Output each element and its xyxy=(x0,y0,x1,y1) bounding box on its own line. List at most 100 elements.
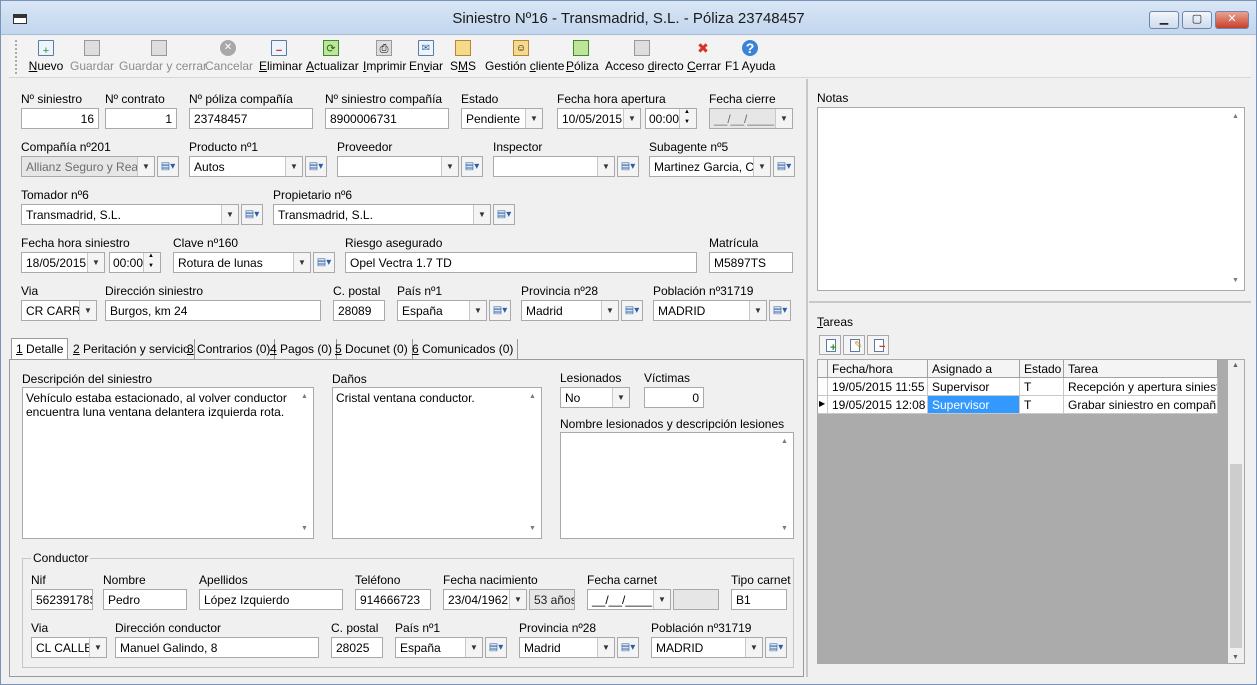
acceso-directo-button[interactable]: Acceso directo xyxy=(605,39,684,75)
add-task-button[interactable] xyxy=(819,335,841,355)
riesgo-field[interactable]: Opel Vectra 1.7 TD xyxy=(345,252,697,273)
num-contrato-field[interactable]: 1 xyxy=(105,108,177,129)
tab-detalle[interactable]: 1 Detalle xyxy=(11,338,69,360)
calendar-dropdown-icon[interactable]: ▼ xyxy=(509,590,526,609)
chevron-down-icon[interactable]: ▼ xyxy=(441,157,458,176)
notas-textarea[interactable] xyxy=(817,107,1245,291)
inspector-lookup-button[interactable]: ▤▾ xyxy=(617,156,639,177)
delete-task-button[interactable] xyxy=(867,335,889,355)
poblacion-conductor-lookup-button[interactable]: ▤▾ xyxy=(765,637,787,658)
fecha-siniestro-date[interactable]: 18/05/2015 ▼ xyxy=(21,252,105,273)
inspector-select[interactable]: ▼ xyxy=(493,156,615,177)
descripcion-textarea[interactable]: Vehículo estaba estacionado, al volver c… xyxy=(22,387,314,539)
chevron-down-icon[interactable]: ▼ xyxy=(749,301,766,320)
proveedor-lookup-button[interactable]: ▤▾ xyxy=(461,156,483,177)
pais-conductor-select[interactable]: España ▼ xyxy=(395,637,483,658)
lesionados-select[interactable]: No ▼ xyxy=(560,387,630,408)
chevron-down-icon[interactable]: ▼ xyxy=(612,388,629,407)
subagente-lookup-button[interactable]: ▤▾ xyxy=(773,156,795,177)
grid-vertical-scrollbar[interactable] xyxy=(1228,360,1244,663)
fecha-apertura-date[interactable]: 10/05/2015 ▼ xyxy=(557,108,641,129)
compania-lookup-button[interactable]: ▤▾ xyxy=(157,156,179,177)
maximize-button[interactable]: ▢ xyxy=(1182,11,1212,29)
toolbar-grip[interactable] xyxy=(15,40,18,74)
apellidos-field[interactable]: López Izquierdo xyxy=(199,589,343,610)
sms-button[interactable]: SMS xyxy=(450,39,476,75)
column-header-estado[interactable]: Estado xyxy=(1020,360,1064,378)
hora-apertura-spinner[interactable]: 00:00 xyxy=(645,108,697,129)
tab-comunicados[interactable]: 6 Comunicados (0) xyxy=(408,339,519,359)
propietario-lookup-button[interactable]: ▤▾ xyxy=(493,204,515,225)
clave-lookup-button[interactable]: ▤▾ xyxy=(313,252,335,273)
chevron-down-icon[interactable]: ▼ xyxy=(137,157,154,176)
chevron-down-icon[interactable]: ▼ xyxy=(465,638,482,657)
tomador-select[interactable]: Transmadrid, S.L. ▼ xyxy=(21,204,239,225)
clave-select[interactable]: Rotura de lunas ▼ xyxy=(173,252,311,273)
provincia-lookup-button[interactable]: ▤▾ xyxy=(621,300,643,321)
column-header-fecha[interactable]: Fecha/hora xyxy=(828,360,928,378)
fecha-cierre-date[interactable]: __/__/____ ▼ xyxy=(709,108,793,129)
cell-fecha[interactable]: 19/05/2015 11:55 xyxy=(828,378,928,396)
subagente-select[interactable]: Martinez Garcia, Cris ▼ xyxy=(649,156,771,177)
proveedor-select[interactable]: ▼ xyxy=(337,156,459,177)
calendar-dropdown-icon[interactable]: ▼ xyxy=(775,109,792,128)
guardar-button[interactable]: Guardar xyxy=(69,39,115,75)
imprimir-button[interactable]: ⎙ Imprimir xyxy=(363,39,406,75)
edit-task-button[interactable] xyxy=(843,335,865,355)
guardar-cerrar-button[interactable]: Guardar y cerrar xyxy=(119,39,207,75)
chevron-down-icon[interactable]: ▼ xyxy=(601,301,618,320)
nuevo-button[interactable]: + Nuevo xyxy=(27,39,65,75)
fecha-carnet-date[interactable]: __/__/____ ▼ xyxy=(587,589,671,610)
table-row[interactable]: 19/05/2015 11:55 Supervisor T Recepción … xyxy=(818,378,1230,396)
producto-lookup-button[interactable]: ▤▾ xyxy=(305,156,327,177)
vertical-splitter[interactable] xyxy=(806,79,808,677)
chevron-down-icon[interactable]: ▼ xyxy=(79,301,96,320)
compania-select[interactable]: Allianz Seguro y Rease ▼ xyxy=(21,156,155,177)
chevron-down-icon[interactable]: ▼ xyxy=(597,157,614,176)
calendar-dropdown-icon[interactable]: ▼ xyxy=(623,109,640,128)
chevron-down-icon[interactable]: ▼ xyxy=(89,638,106,657)
poblacion-conductor-select[interactable]: MADRID ▼ xyxy=(651,637,763,658)
via-select[interactable]: CR CARRE ▼ xyxy=(21,300,97,321)
provincia-select[interactable]: Madrid ▼ xyxy=(521,300,619,321)
vertical-scrollbar[interactable] xyxy=(525,388,541,538)
poblacion-select[interactable]: MADRID ▼ xyxy=(653,300,767,321)
chevron-down-icon[interactable]: ▼ xyxy=(221,205,238,224)
chevron-down-icon[interactable]: ▼ xyxy=(745,638,762,657)
cell-asignado[interactable]: Supervisor xyxy=(928,378,1020,396)
close-window-button[interactable]: ✕ xyxy=(1215,11,1249,29)
producto-select[interactable]: Autos ▼ xyxy=(189,156,303,177)
provincia-conductor-lookup-button[interactable]: ▤▾ xyxy=(617,637,639,658)
num-siniestro-field[interactable]: 16 xyxy=(21,108,99,129)
cancelar-button[interactable]: ✕ Cancelar xyxy=(205,39,253,75)
estado-select[interactable]: Pendiente ▼ xyxy=(461,108,543,129)
vertical-scrollbar[interactable] xyxy=(777,433,793,538)
siniestro-compania-field[interactable]: 8900006731 xyxy=(325,108,449,129)
cell-estado[interactable]: T xyxy=(1020,396,1064,414)
spinner-arrows-icon[interactable] xyxy=(679,109,696,128)
via-conductor-select[interactable]: CL CALLE ▼ xyxy=(31,637,107,658)
minimize-button[interactable]: ▁ xyxy=(1149,11,1179,29)
hora-siniestro-spinner[interactable]: 00:00 xyxy=(109,252,161,273)
column-header-asignado[interactable]: Asignado a xyxy=(928,360,1020,378)
direccion-field[interactable]: Burgos, km 24 xyxy=(105,300,321,321)
pais-select[interactable]: España ▼ xyxy=(397,300,487,321)
tab-pagos[interactable]: 4 Pagos (0) xyxy=(266,339,338,359)
chevron-down-icon[interactable]: ▼ xyxy=(285,157,302,176)
cell-tarea[interactable]: Recepción y apertura siniestro xyxy=(1064,378,1218,396)
spinner-arrows-icon[interactable] xyxy=(143,253,160,272)
chevron-down-icon[interactable]: ▼ xyxy=(469,301,486,320)
gestion-cliente-button[interactable]: ☺ Gestión cliente xyxy=(485,39,564,75)
ayuda-button[interactable]: ? F1 Ayuda xyxy=(725,39,775,75)
poliza-button[interactable]: Póliza xyxy=(566,39,599,75)
actualizar-button[interactable]: ⟳ Actualizar xyxy=(306,39,359,75)
pais-lookup-button[interactable]: ▤▾ xyxy=(489,300,511,321)
chevron-down-icon[interactable]: ▼ xyxy=(293,253,310,272)
direccion-conductor-field[interactable]: Manuel Galindo, 8 xyxy=(115,637,319,658)
tipo-carnet-field[interactable]: B1 xyxy=(731,589,787,610)
enviar-button[interactable]: ✉ Enviar xyxy=(409,39,443,75)
danos-textarea[interactable]: Cristal ventana conductor. xyxy=(332,387,542,539)
cell-tarea[interactable]: Grabar siniestro en compañía xyxy=(1064,396,1218,414)
vertical-scrollbar[interactable] xyxy=(1228,108,1244,290)
nif-field[interactable]: 56239178S xyxy=(31,589,93,610)
